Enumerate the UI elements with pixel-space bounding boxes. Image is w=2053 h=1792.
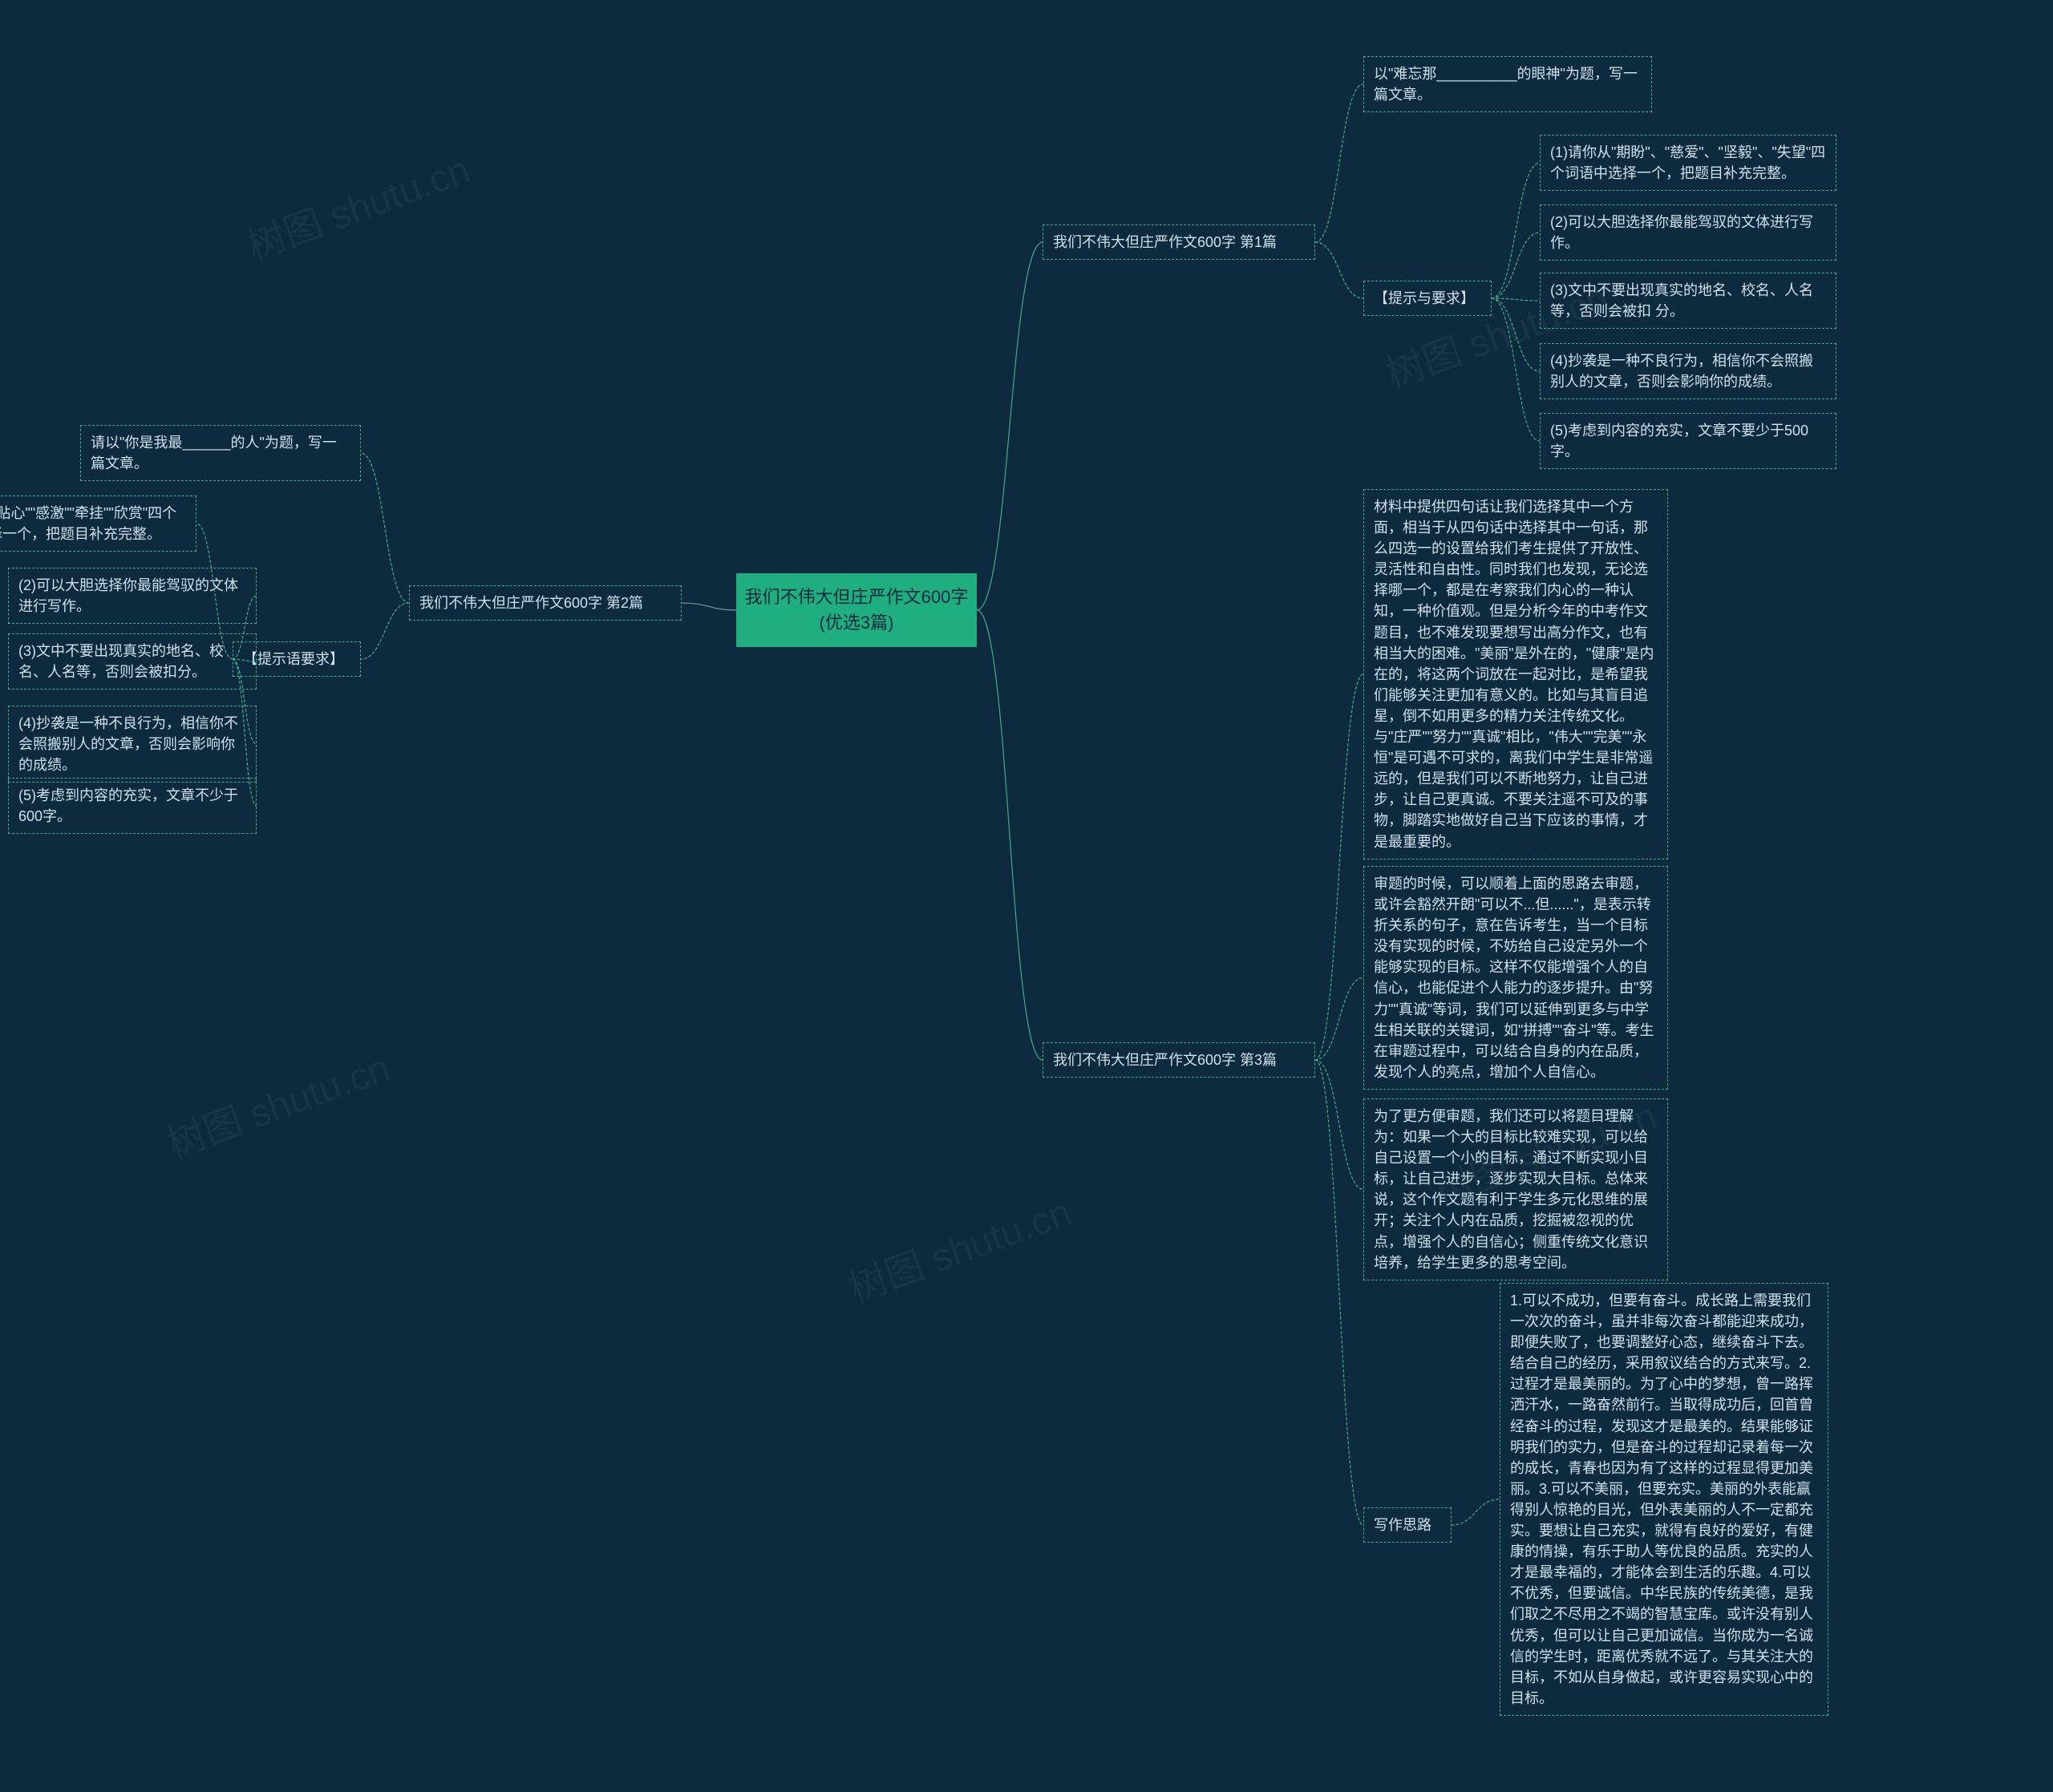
branch-1-hint-4-text: (4)抄袭是一种不良行为，相信你不会照搬别人的文章，否则会影响你的成绩。 (1550, 353, 1813, 390)
branch-1-hint-2: (2)可以大胆选择你最能驾驭的文体进行写作。 (1540, 204, 1836, 261)
branch-1-hint-1-text: (1)请你从"期盼"、"慈爱"、"坚毅"、"失望"四个词语中选择一个，把题目补充… (1550, 144, 1825, 181)
root-node: 我们不伟大但庄严作文600字(优选3篇) (736, 573, 977, 647)
watermark: 树图 shutu.cn (840, 1180, 1078, 1313)
branch-3-para-3: 为了更方便审题，我们还可以将题目理解为：如果一个大的目标比较难实现，可以给自己设… (1363, 1098, 1668, 1280)
branch-2-prompt: 请以"你是我最______的人"为题，写一篇文章。 (80, 425, 361, 481)
branch-2-prompt-text: 请以"你是我最______的人"为题，写一篇文章。 (91, 435, 337, 471)
branch-2-hint-4: (4)抄袭是一种不良行为，相信你不会照搬别人的文章，否则会影响你的成绩。 (8, 706, 257, 783)
branch-2-hints-label-text: 【提示语要求】 (243, 651, 344, 667)
branch-2-hint-4-text: (4)抄袭是一种不良行为，相信你不会照搬别人的文章，否则会影响你的成绩。 (18, 715, 238, 773)
branch-2-hint-5-text: (5)考虑到内容的充实，文章不少于600字。 (18, 787, 238, 824)
branch-3-para-1: 材料中提供四句话让我们选择其中一个方面，相当于从四句话中选择其中一句话，那么四选… (1363, 489, 1668, 860)
branch-1-hint-3: (3)文中不要出现真实的地名、校名、人名等，否则会被扣 分。 (1540, 273, 1836, 329)
branch-1-prompt: 以"难忘那__________的眼神"为题，写一篇文章。 (1363, 56, 1652, 112)
branch-3-writing-text-content: 1.可以不成功，但要有奋斗。成长路上需要我们一次次的奋斗，虽并非每次奋斗都能迎来… (1510, 1292, 1813, 1706)
branch-2-hint-1: (1)请你从"贴心""感激""牵挂""欣赏"四个词语中选择一个，把题目补充完整。 (0, 496, 196, 552)
branch-3-writing-label-text: 写作思路 (1374, 1517, 1431, 1533)
watermark: 树图 shutu.cn (158, 1036, 396, 1168)
branch-1-hint-1: (1)请你从"期盼"、"慈爱"、"坚毅"、"失望"四个词语中选择一个，把题目补充… (1540, 135, 1836, 191)
branch-2-hint-5: (5)考虑到内容的充实，文章不少于600字。 (8, 778, 257, 834)
branch-3-para-2-text: 审题的时候，可以顺着上面的思路去审题，或许会豁然开朗"可以不...但......… (1374, 876, 1654, 1080)
branch-3-writing-text: 1.可以不成功，但要有奋斗。成长路上需要我们一次次的奋斗，虽并非每次奋斗都能迎来… (1500, 1283, 1828, 1716)
branch-1-hint-3-text: (3)文中不要出现真实的地名、校名、人名等，否则会被扣 分。 (1550, 282, 1813, 319)
branch-2-title: 我们不伟大但庄严作文600字 第2篇 (409, 585, 682, 621)
branch-2-hint-3: (3)文中不要出现真实的地名、校名、人名等，否则会被扣分。 (8, 633, 257, 690)
branch-1-hint-2-text: (2)可以大胆选择你最能驾驭的文体进行写作。 (1550, 214, 1813, 251)
branch-2-hint-1-text: (1)请你从"贴心""感激""牵挂""欣赏"四个词语中选择一个，把题目补充完整。 (0, 505, 176, 542)
branch-1-title: 我们不伟大但庄严作文600字 第1篇 (1043, 225, 1315, 260)
watermark: 树图 shutu.cn (238, 138, 476, 270)
branch-1-prompt-text: 以"难忘那__________的眼神"为题，写一篇文章。 (1374, 66, 1638, 103)
branch-1-hint-5-text: (5)考虑到内容的充实，文章不要少于500字。 (1550, 423, 1808, 459)
branch-2-label: 我们不伟大但庄严作文600字 第2篇 (419, 595, 643, 611)
branch-2-hint-2: (2)可以大胆选择你最能驾驭的文体进行写作。 (8, 568, 257, 624)
branch-1-hints-label-text: 【提示与要求】 (1374, 290, 1475, 306)
branch-3-label: 我们不伟大但庄严作文600字 第3篇 (1053, 1052, 1277, 1068)
branch-3-title: 我们不伟大但庄严作文600字 第3篇 (1043, 1042, 1315, 1078)
branch-3-writing-label: 写作思路 (1363, 1507, 1452, 1543)
branch-2-hint-3-text: (3)文中不要出现真实的地名、校名、人名等，否则会被扣分。 (18, 643, 224, 680)
branch-3-para-3-text: 为了更方便审题，我们还可以将题目理解为：如果一个大的目标比较难实现，可以给自己设… (1374, 1108, 1648, 1271)
branch-1-hint-5: (5)考虑到内容的充实，文章不要少于500字。 (1540, 413, 1836, 469)
branch-1-hints-label: 【提示与要求】 (1363, 281, 1492, 316)
branch-2-hint-2-text: (2)可以大胆选择你最能驾驭的文体进行写作。 (18, 577, 238, 614)
branch-3-para-1-text: 材料中提供四句话让我们选择其中一个方面，相当于从四句话中选择其中一句话，那么四选… (1374, 499, 1654, 850)
branch-1-hint-4: (4)抄袭是一种不良行为，相信你不会照搬别人的文章，否则会影响你的成绩。 (1540, 343, 1836, 399)
root-label: 我们不伟大但庄严作文600字(优选3篇) (745, 587, 969, 633)
branch-3-para-2: 审题的时候，可以顺着上面的思路去审题，或许会豁然开朗"可以不...但......… (1363, 866, 1668, 1090)
branch-1-label: 我们不伟大但庄严作文600字 第1篇 (1053, 234, 1277, 250)
